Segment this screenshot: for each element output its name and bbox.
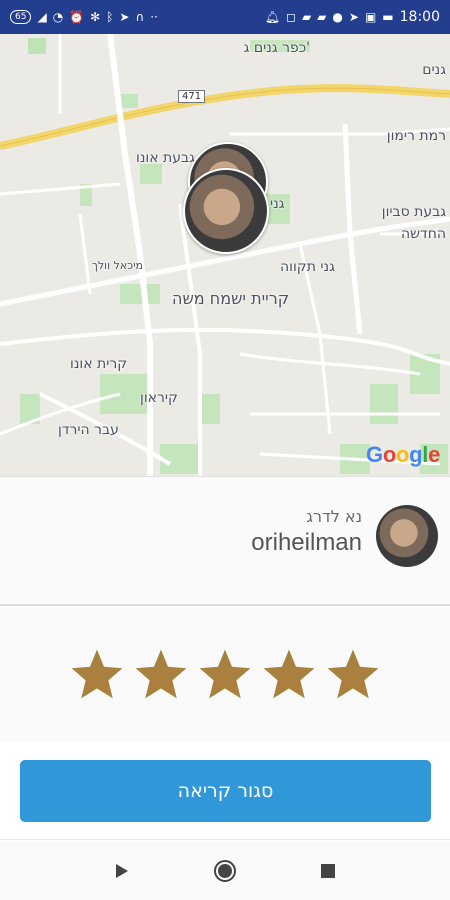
waze-icon: ● bbox=[332, 10, 343, 24]
sync-off-icon: ✻ bbox=[90, 10, 101, 24]
rating-prompt: נא לדרג bbox=[306, 507, 362, 526]
map-view[interactable]: כפר גנים ג' גנים רמת רימון גבעת אונו גני… bbox=[0, 34, 450, 476]
map-label: עבר הירדן bbox=[58, 422, 119, 438]
google-logo: Google bbox=[366, 442, 440, 467]
user-map-marker[interactable] bbox=[183, 168, 269, 254]
map-label: קיראון bbox=[140, 390, 178, 406]
map-label: החדשה bbox=[400, 226, 446, 242]
home-circle-icon[interactable] bbox=[205, 851, 245, 891]
map-tiles bbox=[0, 34, 450, 476]
map-label: מיכאל וולך bbox=[92, 259, 144, 272]
star-icon[interactable] bbox=[260, 646, 318, 704]
map-label: גני bbox=[270, 196, 285, 212]
highway-shield: 471 bbox=[178, 90, 206, 103]
signal-icon: ◢ bbox=[37, 10, 47, 24]
wifi-icon: ◔ bbox=[52, 10, 64, 24]
status-bar: 65 ◢ ◔ ⏰ ✻ ᛒ ➤ ∩ ·· 🔔︎ ◻ ▰ ▰ ● ➤ ▣ ▬ 18:… bbox=[0, 0, 450, 34]
message-icon: ▬ bbox=[382, 10, 394, 24]
back-triangle-icon[interactable] bbox=[102, 851, 142, 891]
status-time: 18:00 bbox=[399, 9, 440, 25]
recents-square-icon[interactable] bbox=[308, 851, 348, 891]
map-label: גנים bbox=[422, 62, 446, 78]
star-icon[interactable] bbox=[324, 646, 382, 704]
more-dots-icon: ·· bbox=[150, 10, 158, 24]
status-bar-left: 65 ◢ ◔ ⏰ ✻ ᛒ ➤ ∩ ·· bbox=[10, 10, 158, 24]
driver-name: oriheilman bbox=[251, 529, 362, 556]
app-icon: ▰ bbox=[301, 10, 312, 24]
headphones-icon: ∩ bbox=[135, 10, 145, 24]
bluetooth-icon: ᛒ bbox=[106, 10, 114, 24]
star-icon[interactable] bbox=[196, 646, 254, 704]
map-label: קרית אונו bbox=[70, 356, 128, 372]
star-icon[interactable] bbox=[68, 646, 126, 704]
map-label: כפר גנים ג' bbox=[243, 40, 310, 56]
map-label: גבעת אונו bbox=[136, 150, 195, 166]
instagram-icon: ◻ bbox=[285, 10, 296, 24]
telegram-icon: ➤ bbox=[348, 10, 359, 24]
star-icon[interactable] bbox=[132, 646, 190, 704]
location-icon: ➤ bbox=[119, 10, 130, 24]
map-label: גני תקווה bbox=[280, 259, 335, 275]
system-nav-bar bbox=[0, 841, 450, 900]
status-bar-right: 🔔︎ ◻ ▰ ▰ ● ➤ ▣ ▬ 18:00 bbox=[265, 9, 440, 25]
app-icon-3: ▣ bbox=[364, 10, 377, 24]
alarm-icon: ⏰ bbox=[69, 10, 85, 24]
notification-icon: 🔔︎ bbox=[264, 10, 280, 24]
app-icon-2: ▰ bbox=[317, 10, 327, 24]
map-label: רמת רימון bbox=[386, 128, 446, 144]
action-area: סגור קריאה bbox=[0, 742, 450, 840]
driver-card: נא לדרג oriheilman bbox=[0, 476, 450, 606]
map-label: קריית ישמח משה bbox=[172, 289, 290, 308]
map-label: גבעת סביון bbox=[381, 204, 446, 220]
battery-saver-badge: 65 bbox=[10, 10, 32, 24]
driver-avatar bbox=[376, 505, 438, 567]
star-rating[interactable] bbox=[0, 608, 450, 742]
close-ride-button[interactable]: סגור קריאה bbox=[20, 760, 431, 822]
